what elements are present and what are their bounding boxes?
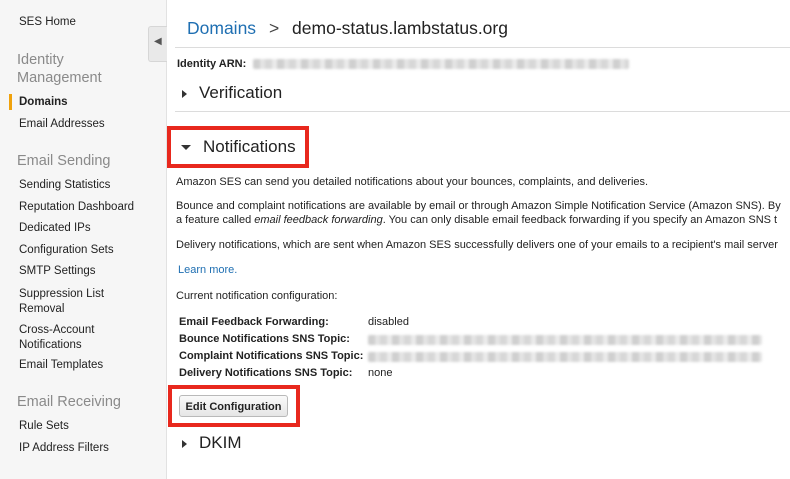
config-label: Bounce Notifications SNS Topic:: [179, 333, 350, 345]
config-value-redacted: [368, 335, 762, 345]
caret-down-icon: [181, 145, 191, 151]
sidebar-item-sending-statistics[interactable]: Sending Statistics: [19, 179, 110, 191]
identity-arn-value-redacted: [253, 59, 630, 70]
config-label: Delivery Notifications SNS Topic:: [179, 367, 353, 379]
config-value: none: [368, 367, 393, 379]
sidebar-item-email-addresses[interactable]: Email Addresses: [19, 118, 105, 130]
breadcrumb-domains-link[interactable]: Domains: [187, 18, 256, 38]
sidebar-item-domains[interactable]: Domains: [19, 96, 68, 108]
section-notifications-title: Notifications: [203, 137, 296, 156]
sidebar: SES Home Identity Management Domains Ema…: [0, 0, 167, 479]
sidebar-item-smtp-settings[interactable]: SMTP Settings: [19, 265, 96, 277]
sidebar-collapse-button[interactable]: ◀: [148, 26, 167, 62]
sidebar-item-dedicated-ips[interactable]: Dedicated IPs: [19, 222, 91, 234]
divider: [175, 111, 790, 112]
notifications-bounce-para-line2: a feature called email feedback forwardi…: [176, 214, 777, 226]
text: a feature called: [176, 214, 255, 226]
sidebar-item-configuration-sets[interactable]: Configuration Sets: [19, 244, 114, 256]
section-verification-toggle[interactable]: Verification: [182, 83, 282, 103]
config-value: disabled: [368, 316, 409, 328]
breadcrumb-current: demo-status.lambstatus.org: [292, 18, 508, 38]
learn-more-link[interactable]: Learn more.: [178, 264, 237, 276]
sidebar-item-reputation-dashboard[interactable]: Reputation Dashboard: [19, 201, 134, 213]
identity-arn-row: Identity ARN:: [177, 58, 630, 70]
config-value-redacted: [368, 352, 762, 362]
sidebar-item-suppression-list-removal[interactable]: Suppression List Removal: [19, 287, 119, 317]
sidebar-heading-sending: Email Sending: [17, 153, 111, 169]
notifications-intro: Amazon SES can send you detailed notific…: [176, 176, 649, 188]
config-label: Complaint Notifications SNS Topic:: [179, 350, 364, 362]
notifications-bounce-para-line1: Bounce and complaint notifications are a…: [176, 200, 781, 212]
current-config-label: Current notification configuration:: [176, 290, 338, 302]
config-label: Email Feedback Forwarding:: [179, 316, 329, 328]
breadcrumb-separator: >: [268, 18, 280, 38]
identity-arn-label: Identity ARN:: [177, 58, 247, 70]
caret-right-icon: [182, 89, 187, 98]
section-notifications-toggle[interactable]: Notifications: [181, 137, 296, 157]
chevron-left-icon: ◀: [154, 36, 162, 47]
active-indicator: [9, 94, 12, 110]
sidebar-item-cross-account-notifications[interactable]: Cross-Account Notifications: [19, 323, 109, 353]
sidebar-item-email-templates[interactable]: Email Templates: [19, 359, 103, 371]
sidebar-heading-identity: Identity Management: [17, 52, 102, 86]
edit-configuration-button[interactable]: Edit Configuration: [179, 395, 288, 417]
sidebar-item-rule-sets[interactable]: Rule Sets: [19, 420, 69, 432]
text: . You can only disable email feedback fo…: [382, 214, 778, 226]
divider: [175, 47, 790, 48]
main-content: Domains > demo-status.lambstatus.org Ide…: [166, 0, 790, 479]
sidebar-heading-receiving: Email Receiving: [17, 394, 121, 410]
section-verification-title: Verification: [199, 83, 283, 102]
notifications-delivery-para: Delivery notifications, which are sent w…: [176, 239, 778, 251]
breadcrumb: Domains > demo-status.lambstatus.org: [187, 18, 508, 39]
section-dkim-title: DKIM: [199, 433, 242, 452]
caret-right-icon: [182, 439, 187, 448]
sidebar-item-ses-home[interactable]: SES Home: [19, 16, 76, 28]
emphasis-text: email feedback forwarding: [254, 214, 383, 226]
sidebar-item-ip-address-filters[interactable]: IP Address Filters: [19, 442, 109, 454]
section-dkim-toggle[interactable]: DKIM: [182, 433, 242, 453]
